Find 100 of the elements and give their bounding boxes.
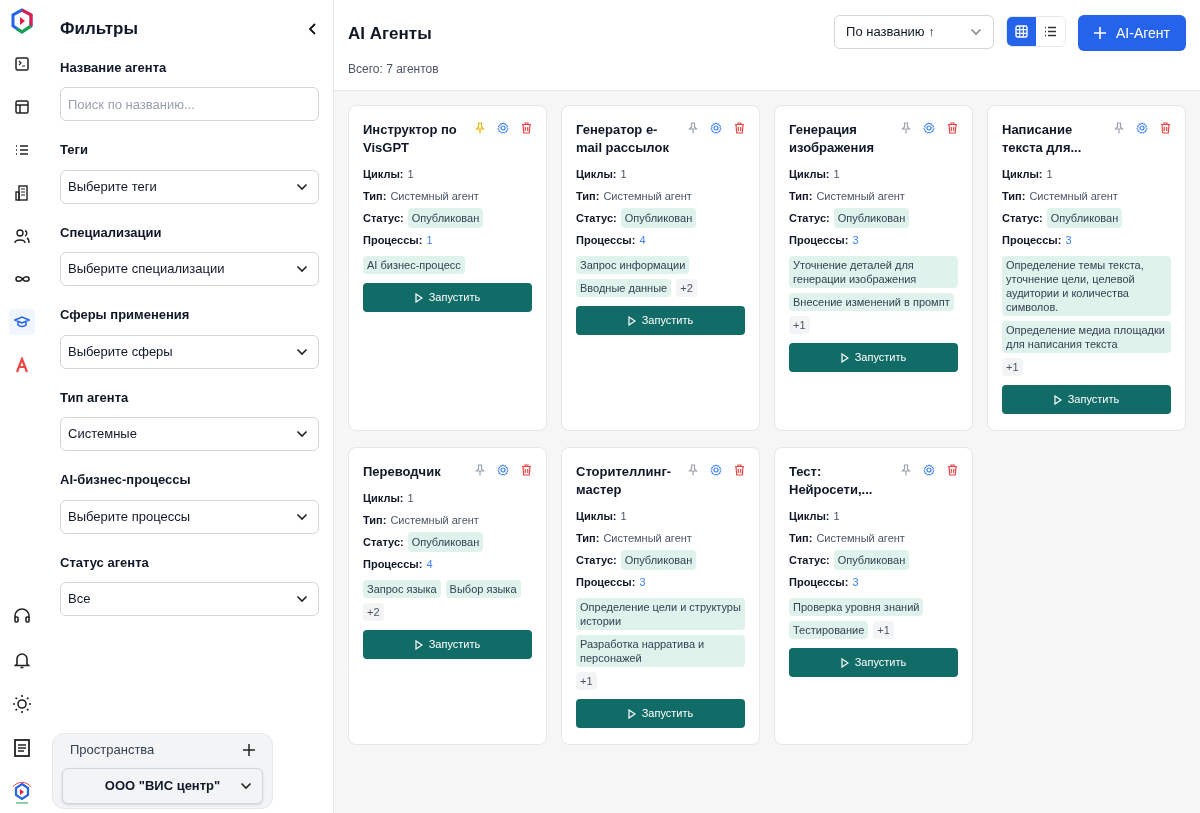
delete-icon[interactable] <box>521 464 532 476</box>
settings-icon[interactable] <box>710 464 722 476</box>
field-label: Циклы: <box>789 166 830 182</box>
status-badge: Опубликован <box>833 207 910 229</box>
chevron-down-icon <box>296 430 308 438</box>
play-icon <box>840 657 849 668</box>
agent-title: Инструктор по VisGPT <box>363 121 458 157</box>
add-icon[interactable] <box>243 743 255 756</box>
field-label: Циклы: <box>576 508 617 524</box>
search-field[interactable]: Поиск по названию... <box>60 87 319 121</box>
play-icon <box>627 708 636 719</box>
field-label: Статус: <box>1002 210 1043 226</box>
agent-type: Системный агент <box>390 188 479 204</box>
settings-icon[interactable] <box>710 122 722 134</box>
field-label: Процессы: <box>576 574 636 590</box>
process-count: 3 <box>852 574 859 590</box>
agent-type: Системный агент <box>390 512 479 528</box>
field-label: Статус агента <box>60 553 150 572</box>
settings-icon[interactable] <box>1136 122 1148 134</box>
graduation-cap-icon[interactable] <box>9 309 35 335</box>
filter-select[interactable]: Выберите процессы <box>60 499 319 534</box>
run-button[interactable]: Запустить <box>1002 385 1171 414</box>
grid-icon <box>1015 25 1029 38</box>
more-tag: +2 <box>363 603 384 621</box>
field-label: Процессы: <box>576 232 636 248</box>
agent-type: Системный агент <box>603 530 692 546</box>
settings-icon[interactable] <box>497 464 509 476</box>
status-badge: Опубликован <box>407 207 484 229</box>
field-label: Циклы: <box>789 508 830 524</box>
filter-select[interactable]: Выберите специализации <box>60 252 319 286</box>
logo-icon[interactable] <box>9 8 35 34</box>
add-agent-button[interactable]: AI-Агент <box>1078 15 1186 51</box>
settings-icon[interactable] <box>923 464 935 476</box>
settings-icon[interactable] <box>923 122 935 134</box>
grid-view-button[interactable] <box>1007 17 1037 46</box>
run-button[interactable]: Запустить <box>363 283 532 312</box>
agent-type: Системный агент <box>816 530 905 546</box>
field-label: Тип: <box>576 188 600 204</box>
process-tag: Определение темы текста, уточнение цели, целевой аудитории и количества символов. <box>1002 256 1171 316</box>
pin-icon[interactable] <box>475 122 485 134</box>
status-badge: Опубликован <box>1046 207 1123 229</box>
process-count: 3 <box>852 232 859 248</box>
pin-icon[interactable] <box>688 464 698 476</box>
delete-icon[interactable] <box>734 464 745 476</box>
cycles-value: 1 <box>620 166 627 182</box>
agent-title: Написание текста для... <box>1002 121 1083 157</box>
filter-select[interactable]: Все <box>60 582 319 616</box>
pin-icon[interactable] <box>901 122 911 134</box>
delete-icon[interactable] <box>1160 122 1171 134</box>
run-button[interactable]: Запустить <box>576 306 745 335</box>
run-button[interactable]: Запустить <box>363 630 532 659</box>
status-badge: Опубликован <box>407 531 484 553</box>
pin-icon[interactable] <box>475 464 485 476</box>
filter-select[interactable]: Выберите сферы <box>60 334 319 369</box>
process-count: 4 <box>426 556 433 572</box>
spaces-label: Пространства <box>70 741 155 759</box>
field-label: Циклы: <box>576 166 617 182</box>
chevron-down-icon <box>296 512 308 521</box>
pin-icon[interactable] <box>1114 122 1124 134</box>
field-label: Процессы: <box>789 574 849 590</box>
field-label: Теги <box>60 141 89 159</box>
process-count: 1 <box>426 232 433 248</box>
run-button[interactable]: Запустить <box>789 343 958 372</box>
play-icon <box>627 315 636 326</box>
delete-icon[interactable] <box>521 122 532 134</box>
pin-icon[interactable] <box>901 464 911 476</box>
process-count: 3 <box>639 574 646 590</box>
delete-icon[interactable] <box>734 122 745 134</box>
agent-count: Всего: 7 агентов <box>348 60 439 78</box>
process-tag: Проверка уровня знаний <box>789 598 924 616</box>
field-label: Тип: <box>1002 188 1026 204</box>
chevron-down-icon <box>240 781 252 790</box>
agent-type: Системный агент <box>603 188 692 204</box>
plus-icon <box>1094 27 1107 39</box>
run-button[interactable]: Запустить <box>789 648 958 677</box>
field-label: Тип: <box>576 530 600 546</box>
settings-icon[interactable] <box>497 122 509 134</box>
field-label: Статус: <box>576 552 617 568</box>
field-label: Сферы применения <box>60 306 191 324</box>
process-tag: Определение цели и структуры истории <box>576 598 745 630</box>
cycles-value: 1 <box>833 166 840 182</box>
space-select[interactable]: ООО "ВИС центр" <box>62 767 263 804</box>
field-label: Статус: <box>363 534 404 550</box>
filter-select[interactable]: Выберите теги <box>60 169 319 204</box>
process-tag: Выбор языка <box>445 580 521 598</box>
play-icon <box>840 352 849 363</box>
sort-select[interactable]: По названию ↑ <box>834 15 995 49</box>
field-label: Процессы: <box>1002 232 1062 248</box>
agent-type: Системный агент <box>1029 188 1118 204</box>
delete-icon[interactable] <box>947 122 958 134</box>
pin-icon[interactable] <box>688 122 698 134</box>
field-label: Процессы: <box>363 556 423 572</box>
filter-select[interactable]: Системные <box>60 417 319 451</box>
agent-title: Генератор e-mail рассылок <box>576 121 670 157</box>
run-button[interactable]: Запустить <box>576 699 745 728</box>
process-count: 4 <box>639 232 646 248</box>
process-tag: Вводные данные <box>576 279 672 297</box>
delete-icon[interactable] <box>947 464 958 476</box>
agent-title: Генерация изображения <box>789 121 875 157</box>
collapse-icon[interactable] <box>307 21 319 36</box>
